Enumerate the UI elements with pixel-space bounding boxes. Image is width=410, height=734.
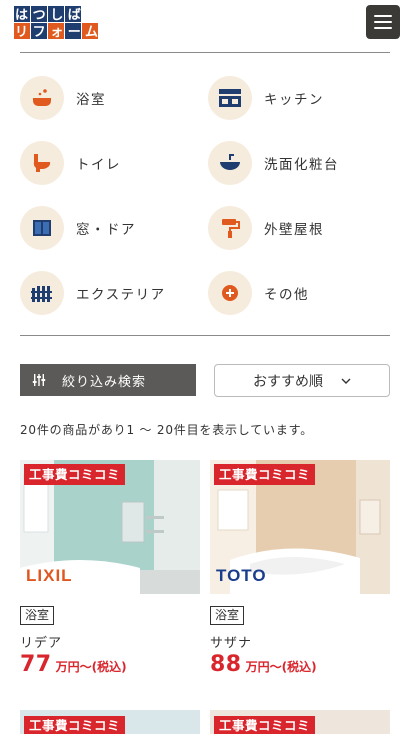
construction-included-badge: 工事費コミコミ bbox=[24, 464, 126, 485]
construction-included-badge: 工事費コミコミ bbox=[214, 464, 316, 485]
category-bath[interactable]: 浴室 bbox=[20, 75, 200, 121]
chevron-down-icon bbox=[341, 378, 351, 384]
kitchen-icon bbox=[219, 89, 241, 107]
sort-select[interactable]: おすすめ順 bbox=[214, 364, 390, 397]
product-card-partial[interactable]: 工事費コミコミ bbox=[20, 710, 200, 734]
divider-bottom bbox=[20, 335, 390, 336]
window-icon bbox=[33, 220, 51, 236]
category-label: 浴室 bbox=[76, 92, 106, 108]
category-other[interactable]: その他 bbox=[208, 270, 388, 316]
category-label: 外壁屋根 bbox=[264, 222, 324, 238]
construction-included-badge: 工事費コミコミ bbox=[24, 716, 126, 734]
filter-search-button[interactable]: 絞り込み検索 bbox=[20, 364, 196, 396]
category-washbasin[interactable]: 洗面化粧台 bbox=[208, 140, 388, 186]
category-tag: 浴室 bbox=[20, 606, 55, 625]
sort-select-value: おすすめ順 bbox=[253, 373, 323, 390]
product-price: 88 万円〜(税込) bbox=[210, 652, 317, 677]
category-kitchen[interactable]: キッチン bbox=[208, 75, 388, 121]
category-exterior[interactable]: エクステリア bbox=[20, 270, 200, 316]
price-unit: 万円〜(税込) bbox=[55, 660, 127, 674]
filter-search-label: 絞り込み検索 bbox=[62, 374, 147, 390]
filter-sliders-icon bbox=[32, 374, 46, 386]
category-label: 窓・ドア bbox=[76, 222, 136, 238]
site-header: はつしば リフォーム bbox=[0, 0, 410, 44]
category-exterior-wall-roof[interactable]: 外壁屋根 bbox=[208, 205, 388, 251]
category-label: その他 bbox=[264, 287, 309, 303]
toilet-icon bbox=[33, 154, 51, 172]
price-value: 77 bbox=[20, 652, 52, 677]
product-image[interactable]: 工事費コミコミ LIXIL bbox=[20, 460, 200, 594]
price-unit: 万円〜(税込) bbox=[245, 660, 317, 674]
site-logo[interactable]: はつしば リフォーム bbox=[14, 6, 112, 40]
menu-button[interactable] bbox=[366, 5, 400, 39]
category-label: 洗面化粧台 bbox=[264, 157, 339, 173]
category-window-door[interactable]: 窓・ドア bbox=[20, 205, 200, 251]
brand-logo: TOTO bbox=[216, 566, 267, 585]
construction-included-badge: 工事費コミコミ bbox=[214, 716, 316, 734]
result-count-text: 20件の商品があり1 〜 20件目を表示しています。 bbox=[20, 423, 314, 437]
paint-roller-icon bbox=[222, 219, 240, 238]
category-tag: 浴室 bbox=[210, 606, 245, 625]
product-card-partial[interactable]: 工事費コミコミ bbox=[210, 710, 390, 734]
product-name: サザナ bbox=[210, 636, 253, 651]
washbasin-icon bbox=[220, 154, 240, 170]
product-name: リデア bbox=[20, 636, 63, 651]
bathtub-icon bbox=[33, 89, 51, 106]
logo-text-line2: リフォーム bbox=[15, 25, 103, 40]
price-value: 88 bbox=[210, 652, 242, 677]
brand-logo: LIXIL bbox=[26, 566, 73, 585]
category-label: キッチン bbox=[264, 92, 324, 108]
plus-circle-icon bbox=[222, 285, 238, 301]
product-image[interactable]: 工事費コミコミ TOTO bbox=[210, 460, 390, 594]
product-price: 77 万円〜(税込) bbox=[20, 652, 127, 677]
category-label: トイレ bbox=[76, 157, 121, 173]
category-toilet[interactable]: トイレ bbox=[20, 140, 200, 186]
logo-text-line1: はつしば bbox=[15, 8, 85, 23]
divider-top bbox=[20, 52, 390, 53]
hamburger-menu-icon bbox=[374, 15, 392, 17]
category-label: エクステリア bbox=[76, 287, 166, 303]
fence-icon bbox=[31, 286, 52, 302]
